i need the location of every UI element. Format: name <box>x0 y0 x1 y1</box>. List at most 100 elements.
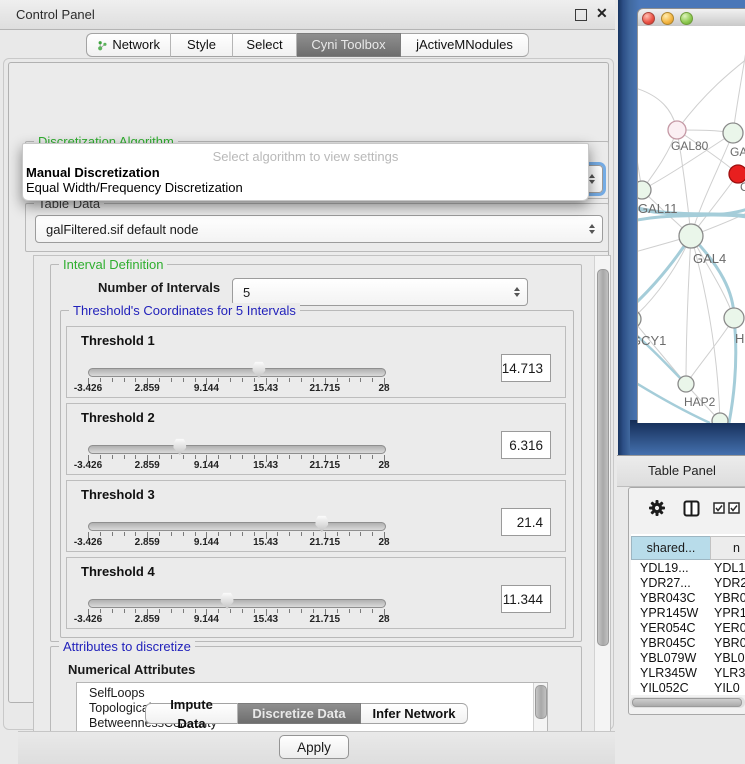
cell-shared-name: YIL052C <box>640 681 689 693</box>
column-header-shared-name[interactable]: shared... <box>631 536 711 560</box>
threshold-value: 6.316 <box>509 438 550 453</box>
minimize-traffic-light-icon[interactable] <box>661 12 674 25</box>
network-view-canvas[interactable]: GAL80GACGAL11GAL4GCY1HHAP2 <box>637 26 745 423</box>
slider-tick-label: 9.144 <box>184 383 228 394</box>
algorithm-option[interactable]: Manual Discretization <box>26 165 584 180</box>
slider-tick <box>242 455 243 459</box>
network-node-label: GAL4 <box>693 251 726 266</box>
threshold-row: Threshold 3-3.4262.8599.14415.4321.71528… <box>66 480 566 552</box>
threshold-value-field[interactable]: 11.344 <box>501 585 551 613</box>
slider-tick <box>372 609 373 613</box>
tab-impute-data[interactable]: Impute Data <box>145 703 238 724</box>
table-row[interactable]: YDL19...YDL1 <box>631 561 745 576</box>
split-columns-icon[interactable] <box>683 500 700 517</box>
column-header-name[interactable]: n <box>710 536 745 560</box>
table-row[interactable]: YPR145WYPR1 <box>631 606 745 621</box>
list-scrollbar-thumb[interactable] <box>535 685 547 719</box>
slider-tick <box>159 455 160 459</box>
algorithm-hint-item: Select algorithm to view settings <box>23 149 588 164</box>
slider-tick <box>242 532 243 536</box>
slider-tick <box>254 609 255 613</box>
network-node-pink[interactable] <box>668 121 686 139</box>
table-hscrollbar-thumb[interactable] <box>632 698 742 707</box>
tab-network[interactable]: Network <box>86 33 171 57</box>
panel-scrollbar-thumb[interactable] <box>597 269 609 646</box>
slider-tick <box>135 378 136 382</box>
float-window-icon[interactable] <box>575 9 587 21</box>
number-of-intervals-value: 5 <box>233 285 250 300</box>
tab-select[interactable]: Select <box>233 33 297 57</box>
table-row[interactable]: YDR27...YDR2 <box>631 576 745 591</box>
table-row[interactable]: YBR043CYBR0 <box>631 591 745 606</box>
number-of-intervals-combobox[interactable]: 5 <box>232 278 528 306</box>
cell-name: YBR0 <box>714 636 745 650</box>
tab-discretize-data[interactable]: Discretize Data <box>238 703 361 724</box>
number-of-intervals-label: Number of Intervals <box>98 280 220 295</box>
slider-track[interactable] <box>88 599 386 608</box>
table-data-combobox[interactable]: galFiltered.sif default node <box>35 215 603 243</box>
slider-tick-label: 15.43 <box>244 614 288 625</box>
cell-shared-name: YBR043C <box>640 591 696 605</box>
slider-track[interactable] <box>88 522 386 531</box>
attribute-list-item[interactable]: SelfLoops <box>89 686 145 701</box>
slider-tick <box>242 609 243 613</box>
tab-jactivemnodules[interactable]: jActiveMNodules <box>401 33 529 57</box>
slider-tick <box>349 532 350 536</box>
slider-tick-label: -3.426 <box>66 383 110 394</box>
slider-tick <box>360 532 361 536</box>
slider-tick <box>301 609 302 613</box>
slider-tick-label: 2.859 <box>125 537 169 548</box>
network-node-green[interactable] <box>638 181 651 199</box>
slider-tick <box>100 455 101 459</box>
table-row[interactable]: YER054CYER0 <box>631 621 745 636</box>
list-scrollbar-track[interactable] <box>533 683 547 731</box>
checkbox-checked-icon[interactable] <box>728 502 740 514</box>
table-row[interactable]: YLR345WYLR3 <box>631 666 745 681</box>
algorithm-option[interactable]: Equal Width/Frequency Discretization <box>26 180 584 195</box>
apply-button[interactable]: Apply <box>279 735 349 759</box>
tab-label: Cyni Toolbox <box>311 34 385 56</box>
slider-tick <box>372 455 373 459</box>
checkbox-checked-icon[interactable] <box>713 502 725 514</box>
zoom-traffic-light-icon[interactable] <box>680 12 693 25</box>
slider-tick <box>195 609 196 613</box>
network-node-green[interactable] <box>723 123 743 143</box>
threshold-value-field[interactable]: 14.713 <box>501 354 551 382</box>
slider-tick-label: 9.144 <box>184 537 228 548</box>
tab-infer-network[interactable]: Infer Network <box>361 703 468 724</box>
network-node-green[interactable] <box>712 413 728 423</box>
threshold-value-field[interactable]: 6.316 <box>501 431 551 459</box>
slider-tick-label: -3.426 <box>66 460 110 471</box>
threshold-value-field[interactable]: 21.4 <box>501 508 551 536</box>
cell-name: YER0 <box>714 621 745 635</box>
slider-tick-label: 21.715 <box>303 537 347 548</box>
close-panel-icon[interactable]: ✕ <box>596 5 608 22</box>
panel-scrollbar-track[interactable] <box>594 256 611 732</box>
control-panel-titlebar: Control Panel ✕ <box>0 0 615 30</box>
thresholds-legend: Threshold's Coordinates for 5 Intervals <box>69 303 300 318</box>
settings-gear-icon[interactable] <box>648 499 666 517</box>
tab-label: jActiveMNodules <box>416 34 513 56</box>
table-row[interactable]: YIL052CYIL0 <box>631 681 745 693</box>
close-traffic-light-icon[interactable] <box>642 12 655 25</box>
cell-shared-name: YLR345W <box>640 666 697 680</box>
slider-tick <box>313 609 314 613</box>
network-node-green[interactable] <box>678 376 694 392</box>
slider-track[interactable] <box>88 368 386 377</box>
slider-tick <box>360 455 361 459</box>
network-node-green[interactable] <box>679 224 703 248</box>
network-window-titlebar[interactable] <box>637 8 745 28</box>
network-node-label: HAP2 <box>684 395 716 409</box>
threshold-value: 21.4 <box>517 515 550 530</box>
tab-style[interactable]: Style <box>171 33 233 57</box>
table-row[interactable]: YBR045CYBR0 <box>631 636 745 651</box>
cell-shared-name: YPR145W <box>640 606 698 620</box>
slider-track[interactable] <box>88 445 386 454</box>
network-node-green[interactable] <box>724 308 744 328</box>
network-node-label: GCY1 <box>638 333 666 348</box>
slider-tick <box>195 378 196 382</box>
tab-cyni-toolbox[interactable]: Cyni Toolbox <box>297 33 401 57</box>
slider-tick <box>337 532 338 536</box>
table-row[interactable]: YBL079WYBL0 <box>631 651 745 666</box>
slider-tick <box>218 378 219 382</box>
